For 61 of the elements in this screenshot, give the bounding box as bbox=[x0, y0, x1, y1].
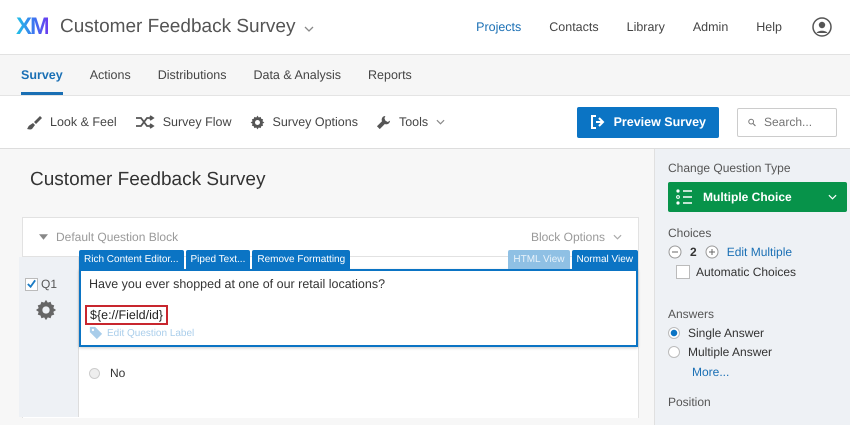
settings-icon bbox=[250, 114, 264, 130]
user-avatar-icon[interactable] bbox=[812, 17, 832, 37]
editor-tool-tab[interactable]: Rich Content Editor... bbox=[79, 250, 184, 269]
view-tab[interactable]: Normal View bbox=[572, 250, 638, 269]
survey-title[interactable]: Customer Feedback Survey bbox=[60, 16, 296, 38]
choice-count: 2 bbox=[690, 245, 697, 259]
collapse-triangle-icon[interactable] bbox=[39, 234, 48, 240]
section-heading: Position bbox=[668, 395, 711, 409]
list-icon bbox=[675, 188, 693, 206]
toolbar-button[interactable]: Look & Feel bbox=[26, 114, 117, 130]
question-text: Have you ever shopped at one of our retail locations? bbox=[89, 277, 386, 291]
toolbar-button[interactable]: Survey Options bbox=[250, 114, 358, 130]
section-heading: Change Question Type bbox=[668, 161, 791, 175]
section-heading: Choices bbox=[668, 226, 712, 240]
radio-button[interactable] bbox=[668, 327, 680, 339]
nav-link[interactable]: Admin bbox=[692, 20, 728, 34]
tag-icon bbox=[89, 326, 103, 340]
more-link[interactable]: More... bbox=[692, 365, 730, 379]
paintbrush-icon bbox=[26, 114, 42, 130]
piped-text-field: ${e://Field/id} bbox=[85, 305, 168, 325]
preview-survey-button[interactable]: Preview Survey bbox=[576, 106, 719, 138]
survey-heading: Customer Feedback Survey bbox=[30, 169, 266, 191]
editor-tool-tab[interactable]: Piped Text... bbox=[186, 250, 250, 269]
chevron-down-icon bbox=[613, 234, 622, 240]
chevron-down-icon[interactable] bbox=[304, 26, 314, 32]
search-input[interactable]: Search... bbox=[762, 114, 836, 130]
checkbox[interactable] bbox=[676, 265, 690, 279]
search-field[interactable]: Search... bbox=[737, 108, 837, 136]
tab[interactable]: Distributions bbox=[158, 55, 226, 95]
tab[interactable]: Actions bbox=[90, 55, 131, 95]
question-number: Q1 bbox=[41, 277, 58, 291]
editor-tool-tab[interactable]: Remove Formatting bbox=[252, 250, 350, 269]
section-heading: Answers bbox=[668, 307, 714, 321]
nav-link[interactable]: Library bbox=[626, 20, 665, 34]
minus-button-icon[interactable] bbox=[668, 245, 682, 259]
choice-label: No bbox=[110, 366, 126, 380]
radio-button[interactable] bbox=[668, 346, 680, 358]
choice-radio[interactable] bbox=[89, 368, 100, 378]
toolbar-button[interactable]: Tools bbox=[376, 114, 446, 130]
radio-label: Multiple Answer bbox=[688, 345, 772, 359]
exit-arrow-icon bbox=[590, 114, 606, 130]
question-text-editor[interactable]: Have you ever shopped at one of our retail locations? ${e://Field/id} Edit Question Label bbox=[79, 269, 638, 347]
edit-multiple-link[interactable]: Edit Multiple bbox=[726, 245, 792, 259]
tab[interactable]: Reports bbox=[368, 55, 412, 95]
tab[interactable]: Data & Analysis bbox=[253, 55, 342, 95]
question-checkbox[interactable] bbox=[25, 278, 38, 290]
toolbar-button[interactable]: Survey Flow bbox=[134, 115, 232, 129]
settings-icon[interactable] bbox=[35, 299, 57, 321]
checkbox-label: Automatic Choices bbox=[696, 265, 796, 279]
shuffle-arrows-icon bbox=[134, 115, 155, 129]
radio-label: Single Answer bbox=[688, 326, 764, 340]
nav-link[interactable]: Projects bbox=[476, 20, 522, 34]
chevron-down-icon bbox=[436, 119, 446, 125]
nav-link[interactable]: Contacts bbox=[549, 20, 599, 34]
block-name: Default Question Block bbox=[56, 230, 178, 244]
question-type-dropdown[interactable]: Multiple Choice bbox=[668, 182, 847, 212]
tab[interactable]: Survey bbox=[21, 55, 63, 95]
wrench-icon bbox=[376, 114, 391, 130]
chevron-down-icon bbox=[828, 194, 837, 200]
plus-button-icon[interactable] bbox=[704, 245, 719, 259]
nav-link[interactable]: Help bbox=[756, 20, 782, 34]
